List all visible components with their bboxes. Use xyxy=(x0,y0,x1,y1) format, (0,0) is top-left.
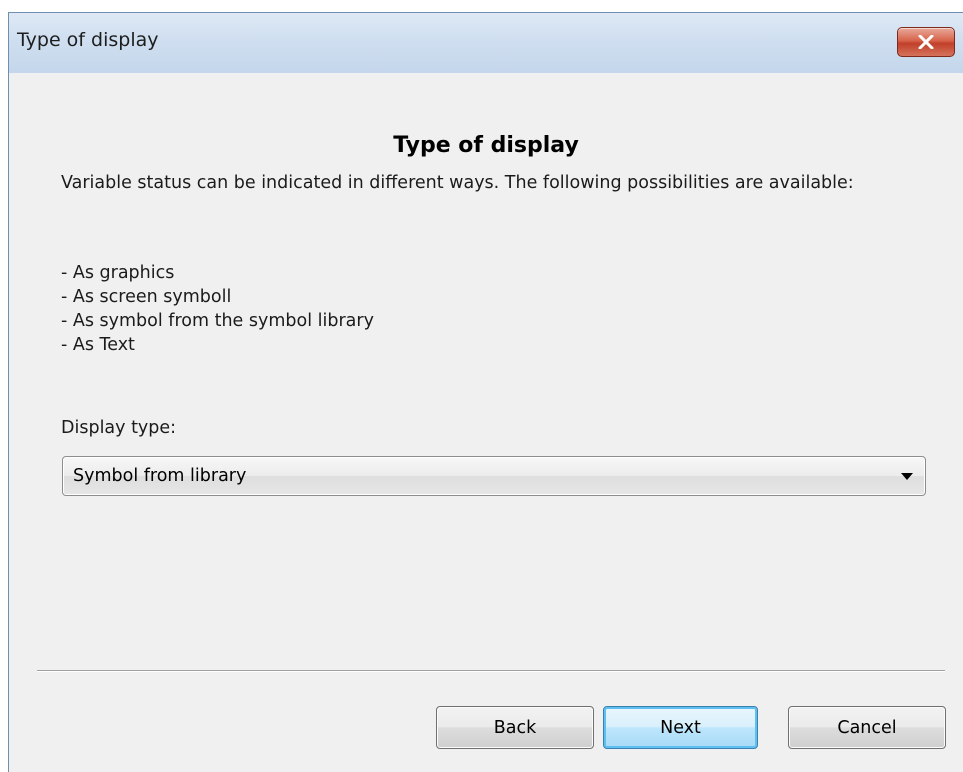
option-screen-symbol: - As screen symboll xyxy=(61,287,232,307)
back-button[interactable]: Back xyxy=(436,706,594,749)
title-bar[interactable]: Type of display xyxy=(9,13,963,73)
dropdown-arrow-icon[interactable] xyxy=(901,473,913,480)
option-text: - As Text xyxy=(61,335,135,355)
dialog-body: Type of display Variable status can be i… xyxy=(9,73,963,772)
option-graphics: - As graphics xyxy=(61,263,175,283)
display-type-label: Display type: xyxy=(61,418,177,438)
page-heading: Type of display xyxy=(393,133,579,158)
next-button[interactable]: Next xyxy=(603,706,758,749)
cancel-button[interactable]: Cancel xyxy=(788,706,946,749)
option-library-symbol: - As symbol from the symbol library xyxy=(61,311,374,331)
description-text: Variable status can be indicated in diff… xyxy=(61,173,854,193)
separator-line xyxy=(37,670,945,672)
dialog-window: Type of display Type of display Variable… xyxy=(8,12,963,772)
options-list: - As graphics - As screen symboll - As s… xyxy=(61,261,374,357)
display-type-select[interactable]: Symbol from library xyxy=(62,456,926,496)
display-type-value: Symbol from library xyxy=(73,466,247,486)
close-button[interactable] xyxy=(897,27,955,57)
close-icon xyxy=(918,35,934,49)
window-title: Type of display xyxy=(17,29,159,51)
